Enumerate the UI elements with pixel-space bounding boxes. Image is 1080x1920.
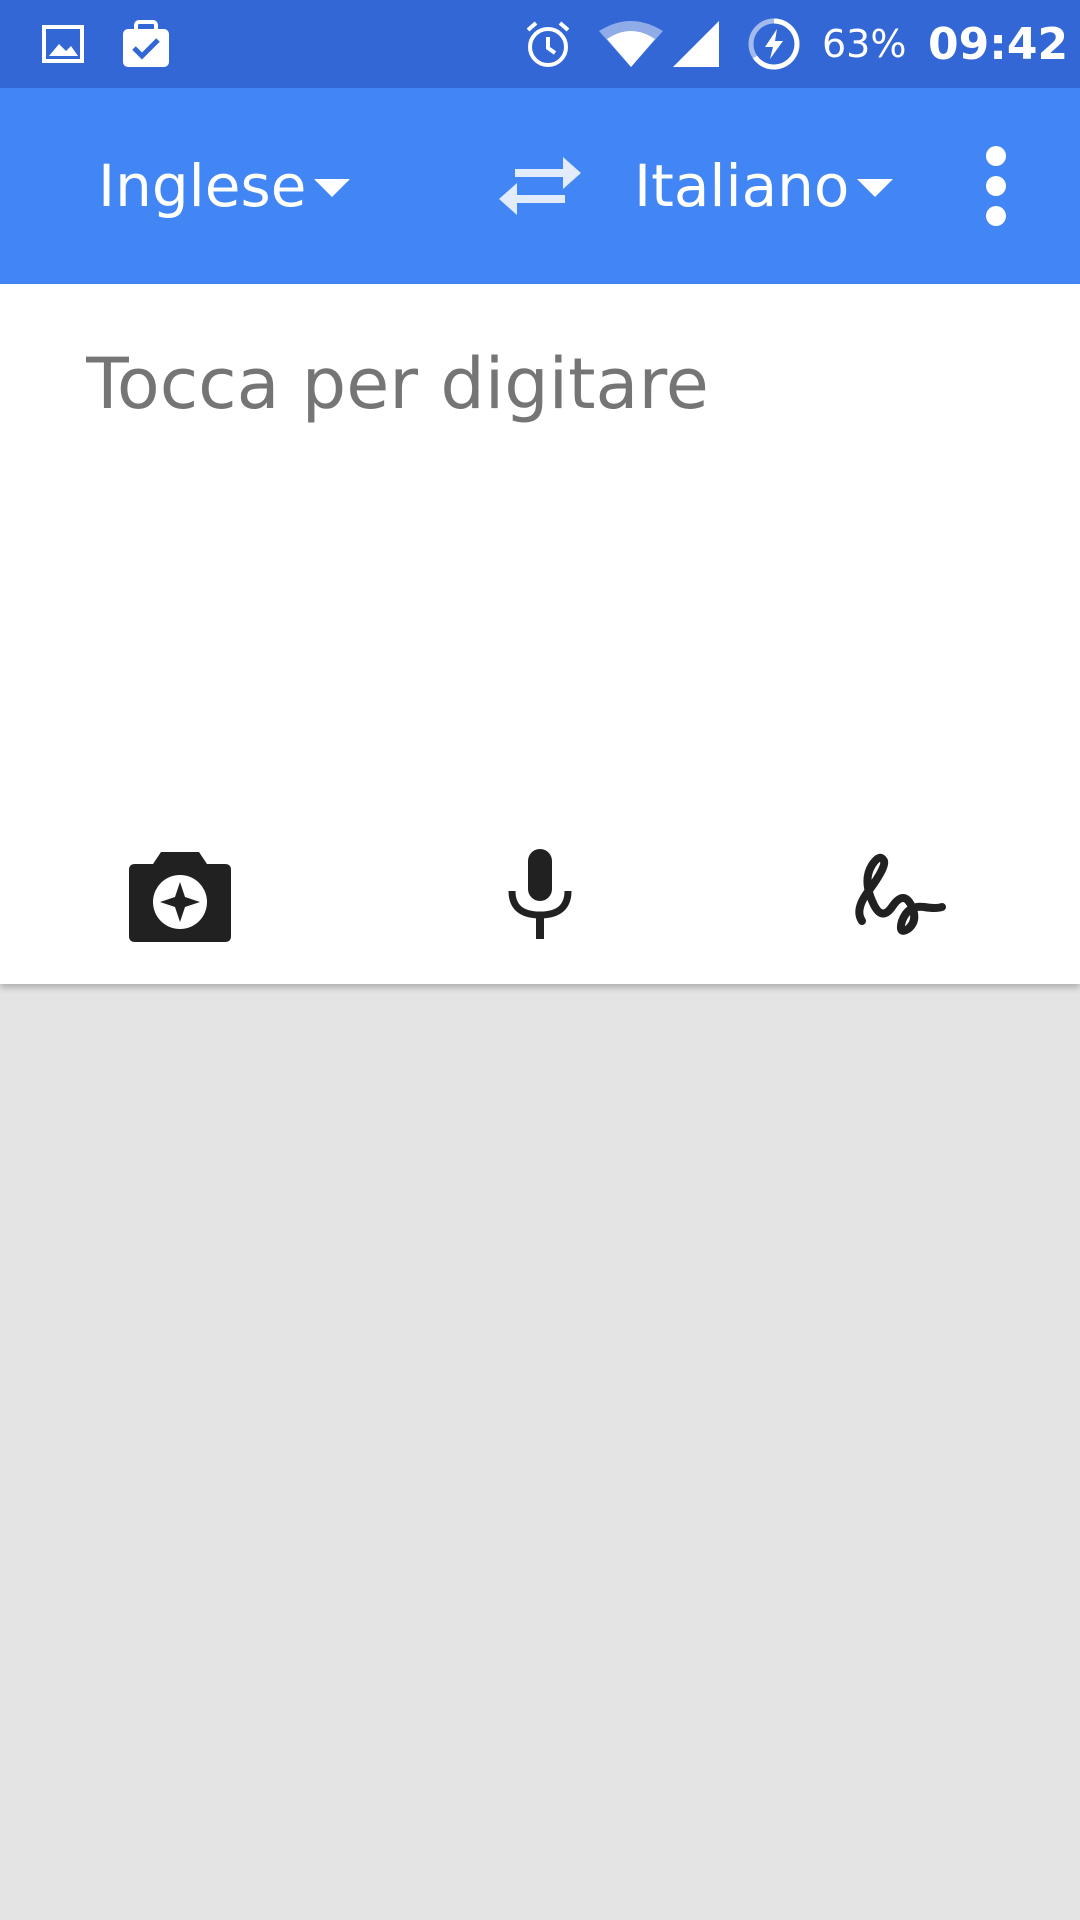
status-bar: 63% 09:42 [0, 0, 1080, 88]
voice-input-button[interactable] [470, 824, 610, 964]
handwriting-icon [852, 849, 948, 939]
clock-time: 09:42 [928, 18, 1069, 70]
source-language-label: Inglese [98, 152, 307, 220]
dropdown-caret-icon [857, 179, 894, 197]
wifi-icon [596, 0, 666, 88]
more-options-button[interactable] [960, 138, 1032, 234]
alarm-icon [520, 0, 576, 88]
translation-input-card [0, 284, 1080, 984]
target-language-selector[interactable]: Italiano [634, 88, 894, 284]
source-language-selector[interactable]: Inglese [98, 88, 351, 284]
camera-icon [125, 844, 235, 944]
dropdown-caret-icon [314, 179, 351, 197]
image-icon [38, 0, 88, 88]
app-toolbar: Inglese Italiano [0, 88, 1080, 284]
clipboard-check-icon [118, 0, 174, 88]
battery-saver-icon [746, 0, 802, 88]
battery-percent: 63% [822, 22, 907, 66]
swap-arrows-icon [497, 153, 583, 219]
target-language-label: Italiano [634, 152, 850, 220]
swap-languages-button[interactable] [490, 138, 590, 234]
signal-icon [668, 0, 724, 88]
handwriting-button[interactable] [830, 824, 970, 964]
text-input[interactable] [86, 334, 1006, 434]
camera-button[interactable] [110, 824, 250, 964]
more-vert-icon [984, 146, 1008, 226]
microphone-icon [505, 847, 575, 941]
